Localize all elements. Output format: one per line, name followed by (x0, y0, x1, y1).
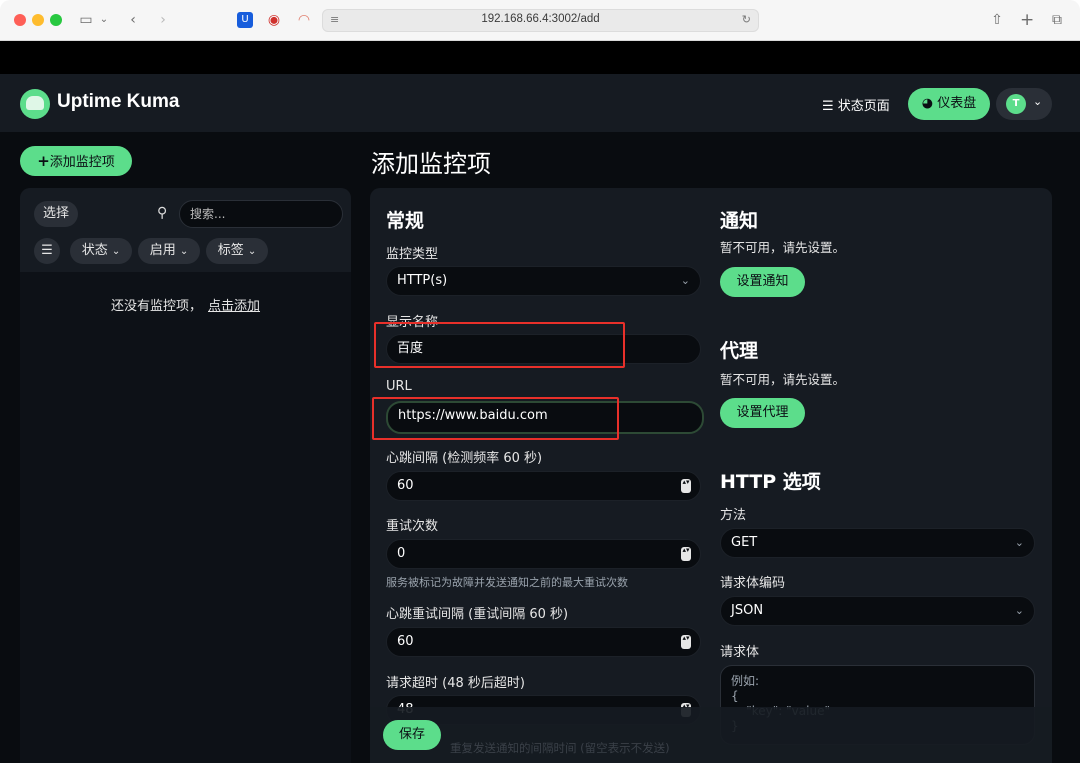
speedometer-icon: ◕ (921, 96, 934, 111)
http-options-heading: HTTP 选项 (720, 471, 821, 493)
filter-tags-label: 标签 (217, 243, 244, 258)
filter-tags-dropdown[interactable]: 标签 ⌄ (206, 238, 268, 264)
chevron-down-icon: ⌄ (179, 246, 189, 257)
general-heading: 常规 (386, 210, 425, 232)
sidebar-toggle-icon[interactable]: ▭ (78, 11, 94, 29)
request-timeout-label: 请求超时 (48 秒后超时) (386, 676, 525, 691)
chevron-down-icon: ⌄ (1014, 536, 1024, 549)
plus-icon: + (37, 152, 50, 170)
page-title: 添加监控项 (371, 150, 491, 178)
save-bar-hidden-text: 重复发送通知的间隔时间 (留空表示不发送) (450, 741, 670, 755)
highlight-box-url (372, 397, 619, 440)
setup-notification-button[interactable]: 设置通知 (720, 267, 805, 297)
add-monitor-button[interactable]: +添加监控项 (20, 146, 132, 176)
back-icon[interactable]: ‹ (126, 11, 140, 29)
url-text: 192.168.66.4:3002/add (481, 13, 600, 25)
filter-active-dropdown[interactable]: 启用 ⌄ (138, 238, 200, 264)
bitwarden-extension-icon[interactable]: U (237, 12, 253, 28)
filter-menu-icon[interactable]: ☰ (34, 238, 60, 264)
new-tab-icon[interactable]: + (1020, 11, 1034, 29)
retry-interval-label: 心跳重试间隔 (重试间隔 60 秒) (386, 607, 569, 622)
top-strip (0, 41, 1080, 74)
body-encoding-value: JSON (731, 603, 764, 618)
chevron-down-icon: ⌄ (1033, 95, 1043, 108)
status-page-link[interactable]: ☰ 状态页面 (822, 95, 890, 114)
number-spinner-icon[interactable]: ▴▾ (681, 479, 691, 493)
empty-list-text: 还没有监控项， (110, 299, 202, 314)
request-body-label: 请求体 (720, 645, 760, 660)
retries-label: 重试次数 (386, 519, 439, 534)
notification-empty-text: 暂不可用，请先设置。 (720, 240, 846, 255)
chevron-down-icon[interactable]: ⌄ (98, 11, 110, 29)
monitor-type-select[interactable]: HTTP(s) ⌄ (386, 266, 701, 296)
forward-icon[interactable]: › (156, 11, 170, 29)
retry-interval-value: 60 (397, 634, 414, 649)
close-window-button[interactable] (14, 14, 26, 26)
chevron-down-icon: ⌄ (1014, 604, 1024, 617)
body-encoding-label: 请求体编码 (720, 576, 786, 591)
list-icon: ☰ (822, 99, 834, 114)
add-monitor-form: 常规 监控类型 HTTP(s) ⌄ 显示名称 百度 URL https://ww… (370, 188, 1052, 763)
add-monitor-label: 添加监控项 (49, 155, 115, 170)
monitor-list-toolbar: 选择 ⚲ 搜索... ☰ 状态 ⌄ 启用 ⌄ 标签 ⌄ (20, 188, 351, 272)
reload-icon[interactable]: ↻ (742, 13, 751, 26)
chevron-down-icon: ⌄ (247, 246, 257, 257)
dashboard-label: 仪表盘 (937, 96, 977, 111)
search-icon: ⚲ (157, 205, 168, 221)
uptime-kuma-logo-icon[interactable] (20, 89, 50, 119)
minimize-window-button[interactable] (32, 14, 44, 26)
rss-icon[interactable]: ◠ (296, 11, 312, 29)
chevron-down-icon: ⌄ (111, 246, 121, 257)
retries-input[interactable]: 0 ▴▾ (386, 539, 701, 569)
search-input[interactable]: 搜索... (179, 200, 343, 228)
filter-active-label: 启用 (149, 243, 176, 258)
url-label: URL (386, 379, 412, 394)
retries-hint: 服务被标记为故障并发送通知之前的最大重试次数 (386, 576, 628, 589)
dashboard-button[interactable]: ◕ 仪表盘 (908, 88, 990, 120)
app-header: Uptime Kuma ☰ 状态页面 ◕ 仪表盘 T ⌄ (0, 74, 1080, 132)
heartbeat-interval-value: 60 (397, 478, 414, 493)
monitor-list-panel: 选择 ⚲ 搜索... ☰ 状态 ⌄ 启用 ⌄ 标签 ⌄ 还没有监控项， 点击添加 (20, 188, 351, 763)
proxy-heading: 代理 (720, 340, 759, 362)
brand-title[interactable]: Uptime Kuma (57, 91, 179, 113)
user-menu-button[interactable]: T ⌄ (996, 88, 1052, 120)
monitor-type-label: 监控类型 (386, 247, 439, 262)
empty-list-message: 还没有监控项， 点击添加 (20, 295, 351, 314)
browser-toolbar: ▭ ⌄ ‹ › U ◉ ◠ ≡ 192.168.66.4:3002/add ↻ … (0, 0, 1080, 41)
status-page-label: 状态页面 (837, 99, 890, 114)
avatar: T (1006, 94, 1026, 114)
proxy-empty-text: 暂不可用，请先设置。 (720, 372, 846, 387)
retry-interval-input[interactable]: 60 ▴▾ (386, 627, 701, 657)
share-icon[interactable]: ⇧ (990, 11, 1004, 29)
filter-status-dropdown[interactable]: 状态 ⌄ (70, 238, 132, 264)
app-viewport: Uptime Kuma ☰ 状态页面 ◕ 仪表盘 T ⌄ +添加监控项 选择 ⚲… (0, 41, 1080, 763)
retries-value: 0 (397, 546, 406, 561)
add-monitor-link[interactable]: 点击添加 (208, 299, 260, 314)
body-encoding-select[interactable]: JSON ⌄ (720, 596, 1035, 626)
select-button[interactable]: 选择 (34, 201, 78, 227)
method-label: 方法 (720, 508, 747, 523)
setup-proxy-button[interactable]: 设置代理 (720, 398, 805, 428)
heartbeat-interval-label: 心跳间隔 (检测频率 60 秒) (386, 451, 543, 466)
chevron-down-icon: ⌄ (680, 274, 690, 287)
method-value: GET (731, 535, 758, 550)
filter-status-label: 状态 (81, 243, 108, 258)
heartbeat-interval-input[interactable]: 60 ▴▾ (386, 471, 701, 501)
zoom-window-button[interactable] (50, 14, 62, 26)
number-spinner-icon[interactable]: ▴▾ (681, 547, 691, 561)
number-spinner-icon[interactable]: ▴▾ (681, 635, 691, 649)
save-button[interactable]: 保存 (383, 720, 441, 750)
tab-overview-icon[interactable]: ⧉ (1049, 11, 1065, 29)
monitor-type-value: HTTP(s) (397, 273, 448, 288)
highlight-box-display-name (374, 322, 625, 368)
notification-heading: 通知 (720, 210, 759, 232)
record-extension-icon[interactable]: ◉ (266, 11, 282, 29)
method-select[interactable]: GET ⌄ (720, 528, 1035, 558)
address-bar[interactable]: ≡ 192.168.66.4:3002/add ↻ (322, 9, 759, 32)
save-bar: 重复发送通知的间隔时间 (留空表示不发送) 保存 (370, 707, 1052, 763)
